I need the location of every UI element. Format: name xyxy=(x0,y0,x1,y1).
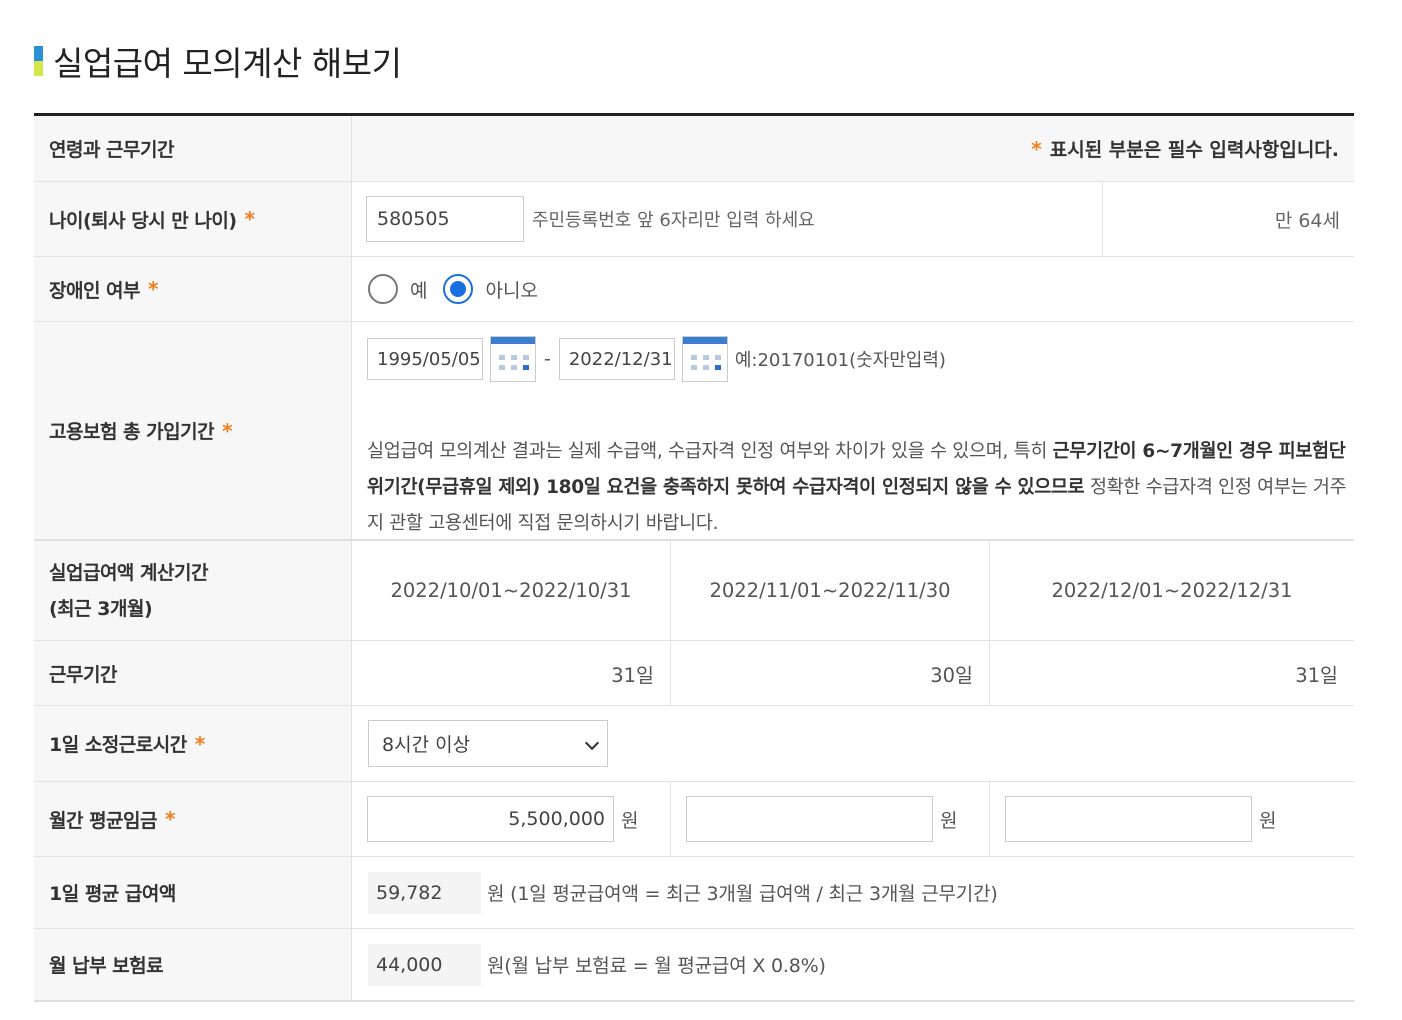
calc-period-sublabel: (최근 3개월) xyxy=(49,597,153,620)
daily-benefit-label: 1일 평균 급여액 xyxy=(34,857,351,928)
date-separator: - xyxy=(544,348,551,370)
eligibility-notice: 실업급여 모의계산 결과는 실제 수급액, 수급자격 인정 여부와 차이가 있을… xyxy=(367,441,1347,534)
end-date-input[interactable] xyxy=(558,338,675,380)
disability-label: 장애인 여부 xyxy=(49,279,141,302)
monthly-premium-value: 44,000 xyxy=(368,943,481,986)
daily-benefit-value: 59,782 xyxy=(368,871,481,914)
radio-yes-label[interactable]: 예 xyxy=(410,276,427,303)
radio-yes[interactable] xyxy=(368,274,398,304)
required-asterisk-icon: * xyxy=(194,731,205,756)
disability-row: 장애인 여부 * 예 아니오 xyxy=(34,257,1354,322)
daily-hours-select[interactable]: 8시간 이상 xyxy=(368,720,608,767)
wage-input-1[interactable] xyxy=(367,796,614,842)
period-month-3: 2022/12/01~2022/12/31 xyxy=(989,541,1354,640)
work-days-3: 31일 xyxy=(989,641,1354,705)
work-days-row: 근무기간 31일 30일 31일 xyxy=(34,641,1354,706)
period-month-2: 2022/11/01~2022/11/30 xyxy=(670,541,989,640)
required-asterisk-icon: * xyxy=(148,277,158,301)
date-example-hint: 예:20170101(숫자만입력) xyxy=(734,350,946,371)
work-days-label: 근무기간 xyxy=(34,641,351,705)
age-row: 나이(퇴사 당시 만 나이) * 주민등록번호 앞 6자리만 입력 하세요 만 … xyxy=(34,182,1354,257)
monthly-wage-label: 월간 평균임금 xyxy=(49,809,158,832)
calc-period-row: 실업급여액 계산기간 (최근 3개월) 2022/10/01~2022/10/3… xyxy=(34,540,1354,641)
required-asterisk-icon: * xyxy=(222,418,233,443)
birthdate-hint: 주민등록번호 앞 6자리만 입력 하세요 xyxy=(532,210,815,231)
age-result-text: 만 64세 xyxy=(1274,209,1340,232)
date-range: - 예:20170101(숫자만입력) xyxy=(367,336,946,382)
birthdate-input[interactable] xyxy=(366,196,524,242)
monthly-premium-row: 월 납부 보험료 44,000 원(월 납부 보험료 = 월 평균급여 X 0.… xyxy=(34,929,1354,1002)
required-asterisk-icon: * xyxy=(244,207,255,231)
required-asterisk-icon: * xyxy=(1031,136,1042,161)
insurance-period-row: 고용보험 총 가입기간 * - 예:20170101(숫자만입력) 실업급여 모… xyxy=(34,322,1354,540)
calculator-form: 연령과 근무기간 * 표시된 부분은 필수 입력사항입니다. 나이(퇴사 당시 … xyxy=(34,113,1354,1002)
daily-hours-label: 1일 소정근로시간 xyxy=(49,734,187,756)
required-asterisk-icon: * xyxy=(165,807,175,831)
monthly-premium-formula: 원(월 납부 보험료 = 월 평균급여 X 0.8%) xyxy=(487,955,826,977)
required-note: 표시된 부분은 필수 입력사항입니다. xyxy=(1049,139,1339,161)
daily-hours-value: 8시간 이상 xyxy=(382,734,471,756)
calc-period-label: 실업급여액 계산기간 xyxy=(49,561,208,584)
work-days-2: 30일 xyxy=(670,641,989,705)
monthly-premium-label: 월 납부 보험료 xyxy=(34,929,351,1000)
insurance-period-label: 고용보험 총 가입기간 xyxy=(49,421,215,443)
radio-selected-dot xyxy=(450,281,467,297)
age-label: 나이(퇴사 당시 만 나이) xyxy=(49,209,237,232)
start-date-input[interactable] xyxy=(367,338,483,380)
period-month-1: 2022/10/01~2022/10/31 xyxy=(351,541,670,640)
calendar-icon[interactable] xyxy=(490,336,536,382)
won-unit: 원 xyxy=(940,809,958,832)
wage-input-3[interactable] xyxy=(1005,796,1252,842)
title-accent-bar xyxy=(34,46,43,76)
chevron-down-icon xyxy=(585,738,597,750)
radio-no[interactable] xyxy=(443,274,474,304)
age-result: 만 64세 xyxy=(1102,182,1354,256)
won-unit: 원 xyxy=(1259,809,1277,832)
daily-benefit-formula: 원 (1일 평균급여액 = 최근 3개월 급여액 / 최근 3개월 근무기간) xyxy=(487,883,998,905)
section-header-row: 연령과 근무기간 * 표시된 부분은 필수 입력사항입니다. xyxy=(34,116,1354,182)
won-unit: 원 xyxy=(621,809,639,832)
work-days-1: 31일 xyxy=(351,641,670,705)
calendar-icon[interactable] xyxy=(681,336,728,382)
daily-hours-row: 1일 소정근로시간 * 8시간 이상 xyxy=(34,706,1354,782)
monthly-wage-row: 월간 평균임금 * 원 원 원 xyxy=(34,782,1354,857)
daily-benefit-row: 1일 평균 급여액 59,782 원 (1일 평균급여액 = 최근 3개월 급여… xyxy=(34,857,1354,929)
page-title: 실업급여 모의계산 해보기 xyxy=(53,44,402,83)
wage-input-2[interactable] xyxy=(686,796,933,842)
page-header: 실업급여 모의계산 해보기 xyxy=(34,36,402,86)
radio-no-label[interactable]: 아니오 xyxy=(485,276,537,303)
section-title: 연령과 근무기간 xyxy=(34,116,351,181)
